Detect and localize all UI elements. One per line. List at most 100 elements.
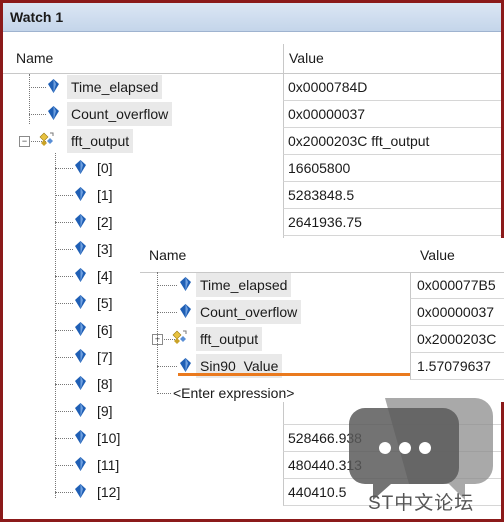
- enter-expression-input[interactable]: <Enter expression>: [173, 385, 294, 401]
- variable-gem-icon: [75, 457, 86, 471]
- variable-name: [11]: [97, 457, 120, 473]
- overlay-row-time-elapsed[interactable]: Time_elapsed 0x000077B5: [140, 272, 504, 299]
- tree-connector: [55, 465, 73, 466]
- variable-gem-icon: [75, 430, 86, 444]
- value-cell[interactable]: 0x0000784D: [283, 74, 501, 101]
- variable-value: 0x00000037: [288, 106, 366, 122]
- struct-icon: [37, 131, 57, 149]
- variable-value: 0x2000203C: [417, 331, 497, 347]
- value-cell[interactable]: 5283848.5: [283, 182, 501, 209]
- variable-name: Time_elapsed: [196, 273, 292, 297]
- name-cell: [2]: [3, 209, 283, 236]
- array-element-row[interactable]: [0] 16605800: [3, 155, 501, 182]
- variable-value: 0x0000784D: [288, 79, 368, 95]
- struct-icon: [170, 329, 190, 347]
- variable-value: 0x2000203C fft_output: [288, 133, 430, 149]
- tree-connector: [29, 114, 46, 115]
- overlay-value-cell[interactable]: 0x2000203C: [410, 326, 504, 353]
- variable-gem-icon: [48, 106, 59, 120]
- tree-connector: [29, 87, 46, 88]
- variable-gem-icon: [75, 214, 86, 228]
- variable-name: [0]: [97, 160, 113, 176]
- overlay-column-value[interactable]: Value: [420, 247, 455, 263]
- overlay-header: Name Value: [140, 238, 504, 273]
- name-cell: [0]: [3, 155, 283, 182]
- tree-connector: [55, 303, 73, 304]
- tree-guide-line: [29, 74, 30, 124]
- collapse-toggle-icon[interactable]: −: [19, 136, 30, 147]
- name-cell: [11]: [3, 452, 283, 479]
- variable-gem-icon: [48, 79, 59, 93]
- variable-name: [9]: [97, 403, 113, 419]
- value-cell[interactable]: 2641936.75: [283, 209, 501, 236]
- variable-name: [1]: [97, 187, 113, 203]
- overlay-value-cell[interactable]: 0x000077B5: [410, 272, 504, 299]
- variable-value: 440410.5: [288, 484, 347, 500]
- variable-value: 2641936.75: [288, 214, 362, 230]
- variable-name: Count_overflow: [67, 102, 173, 126]
- tree-connector: [55, 438, 73, 439]
- overlay-name-cell: Count_overflow: [140, 299, 410, 326]
- variable-name: fft_output: [196, 327, 263, 351]
- variable-name: [10]: [97, 430, 121, 446]
- watch-row-fft-output[interactable]: − fft_output 0x2000203C fft_output: [3, 128, 501, 155]
- watch-row-count-overflow[interactable]: Count_overflow 0x00000037: [3, 101, 501, 128]
- variable-name: [3]: [97, 241, 113, 257]
- overlay-column-name[interactable]: Name: [149, 247, 186, 263]
- watch-row-time-elapsed[interactable]: Time_elapsed 0x0000784D: [3, 74, 501, 101]
- overlay-row-fft-output[interactable]: + fft_output 0x2000203C: [140, 326, 504, 353]
- name-cell: [10]: [3, 425, 283, 452]
- tree-connector: [157, 393, 171, 394]
- overlay-name-cell: Time_elapsed: [140, 272, 410, 299]
- overlay-value-cell[interactable]: 1.57079637: [410, 353, 504, 380]
- name-cell: Time_elapsed: [3, 74, 283, 101]
- tree-connector: [55, 195, 73, 196]
- overlay-value-cell[interactable]: 0x00000037: [410, 299, 504, 326]
- name-cell: [12]: [3, 479, 283, 506]
- overlay-name-cell: + fft_output: [140, 326, 410, 353]
- column-header-name[interactable]: Name: [3, 44, 283, 74]
- value-cell[interactable]: 16605800: [283, 155, 501, 182]
- column-header-value[interactable]: Value: [283, 44, 501, 74]
- variable-gem-icon: [75, 187, 86, 201]
- tree-connector: [55, 168, 73, 169]
- overlay-row-count-overflow[interactable]: Count_overflow 0x00000037: [140, 299, 504, 326]
- variable-name: [7]: [97, 349, 113, 365]
- variable-gem-icon: [75, 241, 86, 255]
- tree-connector: [157, 285, 177, 286]
- tree-connector: [55, 276, 73, 277]
- variable-gem-icon: [75, 403, 86, 417]
- variable-value: 0x00000037: [417, 304, 495, 320]
- variable-gem-icon: [75, 322, 86, 336]
- overlay-watch-panel: Name Value Time_elapsed 0x000077B5 Count_o…: [140, 238, 504, 402]
- variable-gem-icon: [180, 358, 191, 372]
- tree-connector: [55, 222, 73, 223]
- variable-name: [12]: [97, 484, 121, 500]
- name-cell: − fft_output: [3, 128, 283, 155]
- value-cell[interactable]: 0x2000203C fft_output: [283, 128, 501, 155]
- array-element-row[interactable]: [1] 5283848.5: [3, 182, 501, 209]
- variable-name: fft_output: [67, 129, 134, 153]
- window-title: Watch 1: [10, 9, 64, 25]
- array-element-row[interactable]: [2] 2641936.75: [3, 209, 501, 236]
- variable-gem-icon: [180, 277, 191, 291]
- variable-value: 1.57079637: [417, 358, 491, 374]
- highlight-underline: [178, 373, 410, 376]
- title-bar: Watch 1: [3, 3, 501, 32]
- variable-name: [6]: [97, 322, 113, 338]
- tree-guide-line: [55, 153, 56, 498]
- variable-gem-icon: [75, 484, 86, 498]
- variable-name: Time_elapsed: [67, 75, 163, 99]
- variable-value: 0x000077B5: [417, 277, 496, 293]
- variable-value: 5283848.5: [288, 187, 355, 203]
- variable-name: [4]: [97, 268, 113, 284]
- variable-name: [2]: [97, 214, 113, 230]
- value-cell[interactable]: 0x00000037: [283, 101, 501, 128]
- name-cell: [1]: [3, 182, 283, 209]
- name-cell: Count_overflow: [3, 101, 283, 128]
- tree-connector: [55, 384, 73, 385]
- watermark-text: ST中文论坛: [368, 493, 475, 514]
- tree-connector: [55, 249, 73, 250]
- variable-gem-icon: [75, 160, 86, 174]
- variable-name: Count_overflow: [196, 300, 302, 324]
